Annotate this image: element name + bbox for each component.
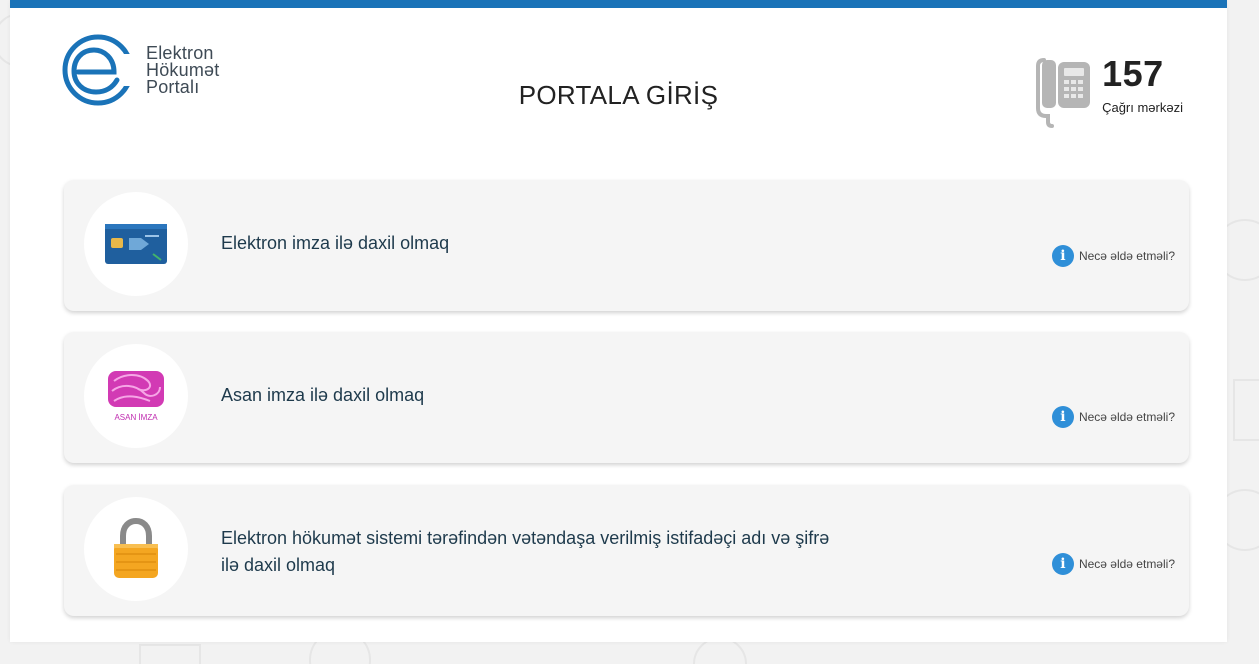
option-icon-circle: ASAN İMZA xyxy=(84,344,188,448)
logo-line-1: Elektron xyxy=(146,42,214,63)
how-to-get-link[interactable]: i Necə əldə etməli? xyxy=(1051,553,1175,575)
e-signature-card-icon xyxy=(105,224,167,264)
option-label: Elektron imza ilə daxil olmaq xyxy=(221,233,450,253)
login-panel: Elektron Hökumət Portalı PORTALA GİRİŞ 1… xyxy=(10,0,1227,642)
call-center-number[interactable]: 157 xyxy=(1102,56,1183,92)
call-center: 157 Çağrı mərkəzi xyxy=(1034,56,1183,128)
logo-line-2: Hökumət xyxy=(146,59,220,80)
how-to-get-link[interactable]: i Necə əldə etməli? xyxy=(1051,406,1175,428)
login-option-username-password[interactable]: Elektron hökumət sistemi tərəfindən vətə… xyxy=(64,485,1189,616)
how-to-get-text: Necə əldə etməli? xyxy=(1078,557,1175,571)
option-icon-circle xyxy=(84,497,188,601)
option-label-line-2: ilə daxil olmaq xyxy=(221,555,336,575)
asan-imza-icon: ASAN İMZA xyxy=(108,371,164,422)
info-icon: i xyxy=(1051,245,1074,267)
info-icon: i xyxy=(1051,406,1074,428)
login-option-e-signature[interactable]: Elektron imza ilə daxil olmaq i Necə əld… xyxy=(64,180,1189,311)
login-option-asan-imza[interactable]: ASAN İMZA Asan imza ilə daxil olmaq i Ne… xyxy=(64,332,1189,463)
asan-imza-caption: ASAN İMZA xyxy=(114,413,158,422)
how-to-get-text: Necə əldə etməli? xyxy=(1078,249,1175,263)
option-icon-circle xyxy=(84,192,188,296)
call-center-label: Çağrı mərkəzi xyxy=(1102,100,1183,115)
desk-phone-icon xyxy=(1036,58,1091,128)
info-icon: i xyxy=(1051,553,1074,575)
option-label: Asan imza ilə daxil olmaq xyxy=(221,385,425,405)
how-to-get-link[interactable]: i Necə əldə etməli? xyxy=(1051,245,1175,267)
option-label: Elektron hökumət sistemi tərəfindən vətə… xyxy=(221,525,829,579)
how-to-get-text: Necə əldə etməli? xyxy=(1078,410,1175,424)
padlock-icon xyxy=(114,518,158,578)
option-label-line-1: Elektron hökumət sistemi tərəfindən vətə… xyxy=(221,528,830,548)
